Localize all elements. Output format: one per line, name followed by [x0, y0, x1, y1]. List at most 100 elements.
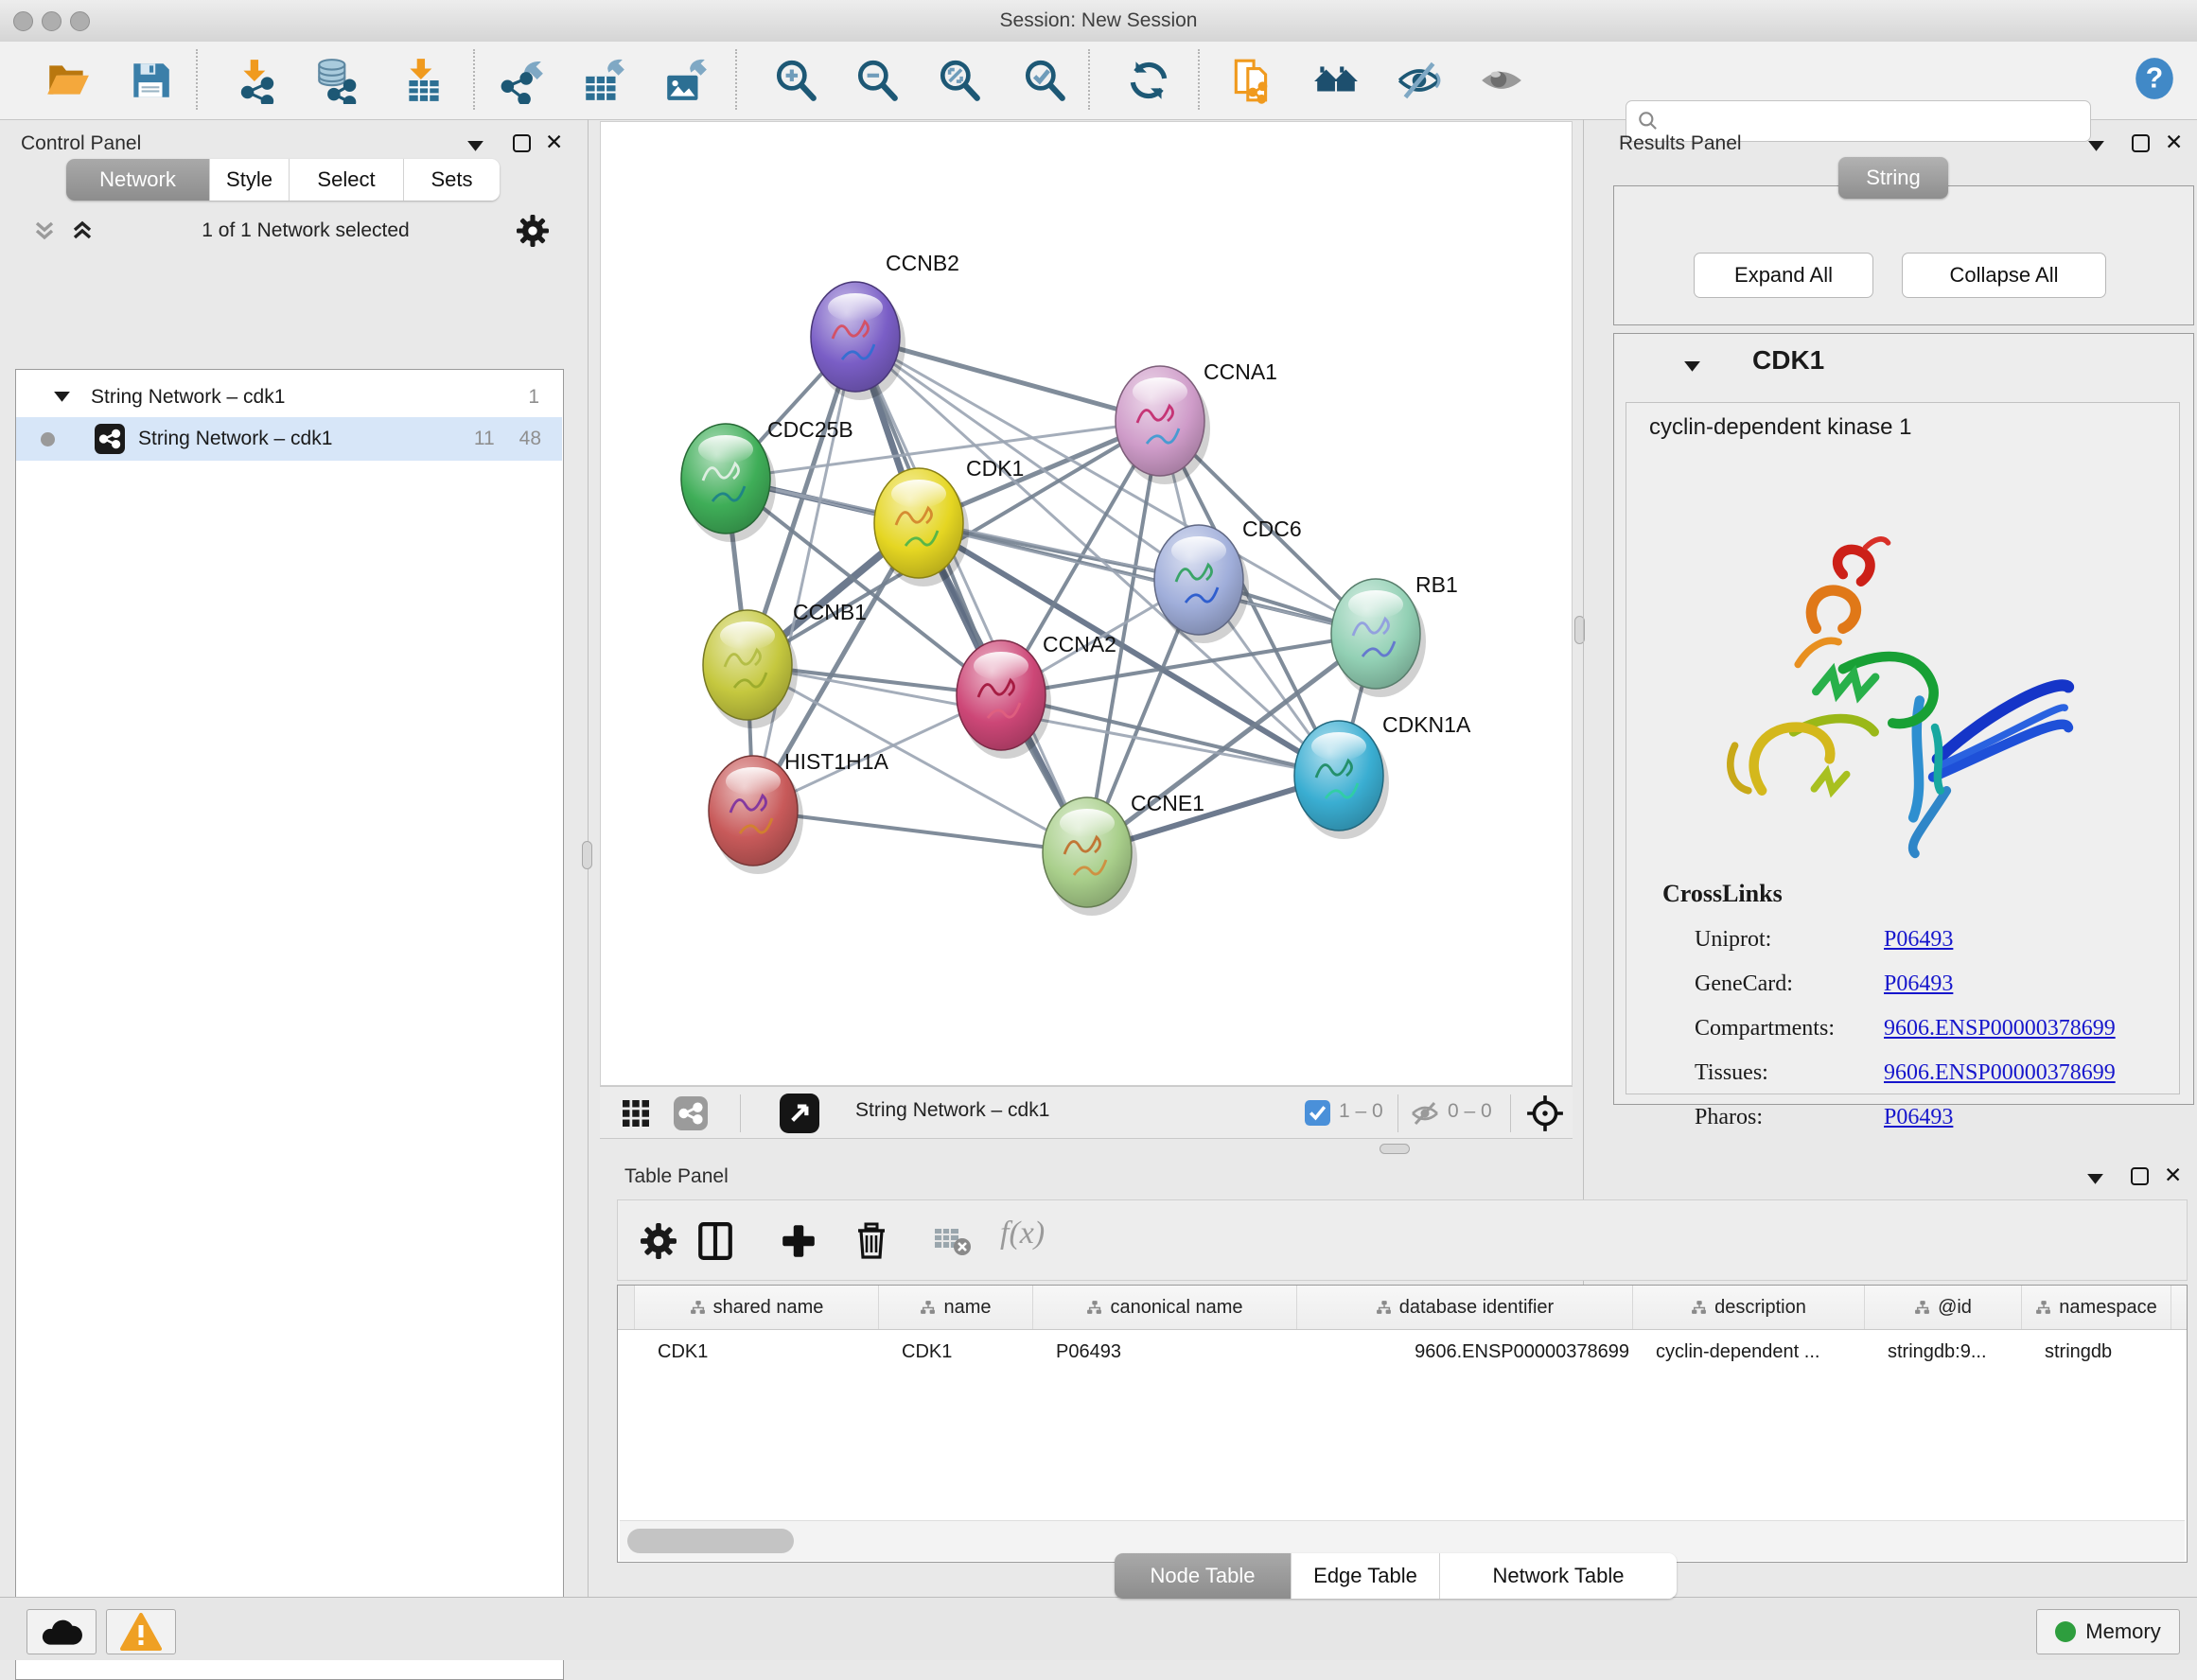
zoom-in-icon[interactable] — [772, 57, 819, 104]
selected-nodes-checkbox-icon[interactable] — [1305, 1100, 1330, 1126]
network-node-RB1[interactable] — [1331, 579, 1426, 697]
collapse-all-networks-icon[interactable] — [32, 219, 57, 242]
import-table-icon[interactable] — [400, 57, 448, 104]
network-options-gear-icon[interactable] — [517, 215, 549, 247]
network-node-CDK1[interactable] — [874, 468, 969, 586]
crosslink-value-link[interactable]: P06493 — [1884, 927, 1953, 953]
show-columns-icon[interactable] — [695, 1221, 735, 1261]
column-header[interactable]: namespace — [2022, 1286, 2171, 1329]
show-grid-icon[interactable] — [623, 1100, 649, 1127]
table-cell[interactable]: 9606.ENSP00000378699 — [1307, 1341, 1643, 1363]
network-canvas[interactable]: CCNB2CCNA1CDC25BCDK1CDC6RB1CCNB1CCNA2CDK… — [600, 121, 1573, 1086]
warnings-button[interactable] — [106, 1609, 176, 1654]
network-node-CCNA2[interactable] — [957, 640, 1051, 759]
panel-menu-icon[interactable] — [467, 140, 483, 157]
expand-all-button[interactable]: Expand All — [1694, 253, 1873, 298]
help-icon[interactable]: ? — [2131, 55, 2178, 102]
delete-column-icon[interactable] — [852, 1221, 890, 1261]
network-node-CDKN1A[interactable] — [1294, 721, 1389, 839]
node-label-CDK1[interactable]: CDK1 — [966, 456, 1024, 481]
network-edge[interactable] — [855, 337, 1087, 852]
horizontal-splitter-handle[interactable] — [1380, 1144, 1410, 1154]
table-row[interactable]: CDK1CDK1P064939606.ENSP00000378699cyclin… — [618, 1330, 2187, 1374]
cloud-button[interactable] — [26, 1609, 97, 1654]
fit-selected-crosshair-icon[interactable] — [1525, 1094, 1565, 1133]
node-label-HIST1H1A[interactable]: HIST1H1A — [784, 749, 889, 774]
panel-float-icon[interactable] — [2131, 1167, 2149, 1185]
tab-select[interactable]: Select — [290, 159, 404, 201]
open-session-icon[interactable] — [44, 57, 91, 104]
network-node-CCNA1[interactable] — [1116, 366, 1210, 484]
panel-menu-icon[interactable] — [2088, 140, 2104, 157]
table-cell[interactable]: CDK1 — [888, 1341, 1043, 1363]
save-session-icon[interactable] — [127, 57, 174, 104]
export-image-icon[interactable] — [662, 57, 710, 104]
table-cell[interactable]: stringdb — [2031, 1341, 2181, 1363]
panel-float-icon[interactable] — [513, 134, 531, 152]
table-cell[interactable]: P06493 — [1043, 1341, 1307, 1363]
network-row-selected[interactable]: String Network – cdk1 11 48 — [16, 417, 562, 461]
panel-close-icon[interactable]: ✕ — [545, 133, 563, 151]
import-network-database-icon[interactable] — [313, 57, 360, 104]
zoom-out-icon[interactable] — [853, 57, 901, 104]
show-eye-icon[interactable] — [1478, 57, 1525, 104]
table-cell[interactable]: cyclin-dependent ... — [1643, 1341, 1874, 1363]
network-edge[interactable] — [1001, 695, 1339, 776]
import-network-file-icon[interactable] — [234, 57, 281, 104]
network-badge-icon[interactable] — [674, 1096, 708, 1130]
birds-eye-view-icon[interactable] — [780, 1094, 819, 1133]
column-header[interactable]: name — [879, 1286, 1033, 1329]
network-graph[interactable]: CCNB2CCNA1CDC25BCDK1CDC6RB1CCNB1CCNA2CDK… — [601, 122, 1572, 1085]
expand-all-networks-icon[interactable] — [70, 219, 95, 242]
column-header[interactable]: shared name — [635, 1286, 879, 1329]
column-header[interactable]: database identifier — [1297, 1286, 1633, 1329]
memo-icon[interactable] — [1228, 57, 1275, 104]
node-label-CCNB1[interactable]: CCNB1 — [793, 600, 867, 624]
export-network-icon[interactable] — [499, 57, 546, 104]
node-label-CDC25B[interactable]: CDC25B — [767, 417, 853, 442]
crosslink-value-link[interactable]: 9606.ENSP00000378699 — [1884, 1016, 2116, 1041]
tab-string[interactable]: String — [1838, 157, 1948, 199]
hide-eye-icon[interactable] — [1396, 57, 1443, 104]
network-collection-row[interactable]: String Network – cdk1 1 — [16, 376, 562, 419]
gene-collapse-icon[interactable] — [1684, 360, 1700, 377]
left-splitter-handle[interactable] — [582, 841, 592, 869]
tab-network[interactable]: Network — [66, 159, 210, 201]
table-options-gear-icon[interactable] — [641, 1223, 677, 1259]
node-label-CCNE1[interactable]: CCNE1 — [1131, 791, 1204, 815]
tab-network-table[interactable]: Network Table — [1440, 1553, 1677, 1599]
network-node-CCNB1[interactable] — [703, 610, 798, 728]
crosslink-value-link[interactable]: P06493 — [1884, 1105, 1953, 1130]
column-header[interactable]: canonical name — [1033, 1286, 1297, 1329]
tab-style[interactable]: Style — [210, 159, 290, 201]
network-node-CCNB2[interactable] — [811, 282, 905, 400]
refresh-view-icon[interactable] — [1125, 57, 1172, 104]
network-edge[interactable] — [753, 337, 855, 811]
panel-close-icon[interactable]: ✕ — [2164, 1166, 2182, 1184]
crosslink-value-link[interactable]: P06493 — [1884, 971, 1953, 997]
memory-button[interactable]: Memory — [2036, 1609, 2180, 1654]
crosslink-value-link[interactable]: 9606.ENSP00000378699 — [1884, 1060, 2116, 1086]
panel-float-icon[interactable] — [2132, 134, 2150, 152]
node-label-CCNA2[interactable]: CCNA2 — [1043, 632, 1116, 656]
home-icon[interactable] — [1312, 57, 1360, 104]
add-column-icon[interactable] — [779, 1221, 818, 1261]
node-label-CDC6[interactable]: CDC6 — [1242, 516, 1302, 541]
tab-node-table[interactable]: Node Table — [1115, 1553, 1292, 1599]
zoom-selected-icon[interactable] — [1021, 57, 1068, 104]
zoom-fit-icon[interactable] — [936, 57, 983, 104]
node-label-RB1[interactable]: RB1 — [1415, 572, 1458, 597]
collection-expand-icon[interactable] — [54, 392, 70, 403]
column-header[interactable]: description — [1633, 1286, 1865, 1329]
node-label-CDKN1A[interactable]: CDKN1A — [1382, 712, 1471, 737]
panel-menu-icon[interactable] — [2087, 1173, 2103, 1190]
network-node-CDC6[interactable] — [1154, 525, 1249, 643]
column-header[interactable]: @id — [1865, 1286, 2022, 1329]
table-cell[interactable]: stringdb:9... — [1874, 1341, 2031, 1363]
panel-close-icon[interactable]: ✕ — [2165, 133, 2183, 151]
tab-sets[interactable]: Sets — [404, 159, 500, 201]
scrollbar-thumb[interactable] — [627, 1529, 794, 1553]
table-cell[interactable]: CDK1 — [644, 1341, 888, 1363]
tab-edge-table[interactable]: Edge Table — [1292, 1553, 1440, 1599]
export-table-icon[interactable] — [580, 57, 627, 104]
